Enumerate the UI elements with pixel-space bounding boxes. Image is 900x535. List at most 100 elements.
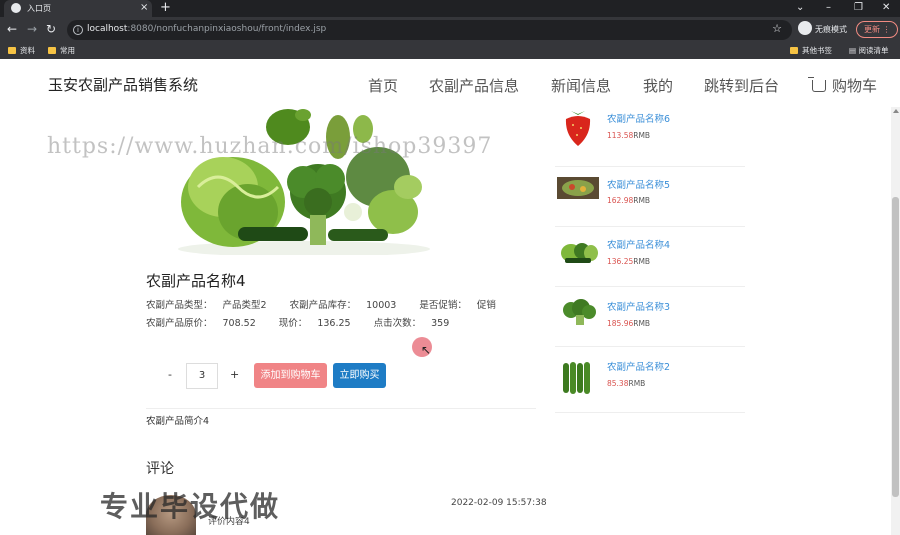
incognito-label: 无痕模式 (815, 25, 847, 34)
nav-cart-label: 购物车 (832, 77, 878, 95)
nav-products[interactable]: 农副产品信息 (429, 75, 519, 96)
price-number: 162.98 (607, 196, 634, 205)
list-item[interactable]: 农副产品名称6 113.58RMB (555, 107, 745, 167)
list-item[interactable]: 农副产品名称3 185.96RMB (555, 287, 745, 347)
browser-tab[interactable]: 入口页 × (4, 0, 152, 17)
price-number: 85.38 (607, 379, 629, 388)
product-intro: 农副产品简介4 (146, 416, 210, 427)
update-label: 更新 (864, 25, 880, 34)
bookmark-star-icon[interactable]: ☆ (772, 22, 782, 35)
bookmarks-bar: 资料 常用 其他书签 ▤ 阅读清单 (0, 43, 900, 59)
folder-icon (8, 47, 16, 54)
reload-icon[interactable]: ↻ (46, 22, 56, 36)
nav-home[interactable]: 首页 (368, 75, 398, 96)
original-price-field: 农副产品原价： 708.52 (146, 318, 266, 329)
bookmark-label: 阅读清单 (858, 46, 889, 55)
url-text: localhost:8080/nonfuchanpinxiaoshou/fron… (87, 24, 326, 34)
type-label: 农副产品类型： (146, 300, 213, 311)
url-path: :8080/nonfuchanpinxiaoshou/front/index.j… (127, 24, 327, 34)
cucumbers-icon (563, 362, 590, 394)
watermark-promo: 专业毕设代做 (100, 490, 281, 523)
scroll-thumb[interactable] (892, 197, 899, 497)
qty-input[interactable]: 3 (186, 363, 218, 389)
restore-icon[interactable]: ❐ (854, 1, 863, 15)
mouse-pointer-icon: ↖ (421, 343, 432, 357)
price-label: 现价： (278, 318, 308, 329)
list-item[interactable]: 农副产品名称4 136.25RMB (555, 227, 745, 287)
url-host: localhost (87, 24, 128, 34)
sidebar-item-price: 113.58RMB (607, 131, 650, 140)
type-value: 产品类型2 (222, 300, 267, 311)
tab-title: 入口页 (27, 4, 51, 13)
strawberry-icon (565, 111, 591, 146)
globe-icon (11, 3, 21, 13)
product-title: 农副产品名称4 (146, 272, 246, 290)
folder-icon (790, 47, 798, 54)
nav-admin[interactable]: 跳转到后台 (704, 75, 779, 96)
clicks-label: 点击次数： (373, 318, 422, 329)
sidebar-item-price: 185.96RMB (607, 319, 650, 328)
vegetables-illustration (178, 109, 430, 255)
other-bookmarks[interactable]: 其他书签 (790, 45, 832, 56)
comments-heading: 评论 (146, 461, 174, 477)
sidebar-item-price: 136.25RMB (607, 257, 650, 266)
bookmark-label: 其他书签 (802, 46, 832, 55)
nav-mine[interactable]: 我的 (643, 75, 673, 96)
forward-icon[interactable]: → (27, 22, 37, 36)
chevron-down-icon[interactable]: ⌄ (796, 1, 804, 15)
stock-label: 农副产品库存： (289, 300, 357, 311)
promo-value: 促销 (476, 300, 496, 311)
watermark-url: https://www.huzhan.com/ishop39397 (47, 134, 493, 159)
address-bar[interactable]: i localhost:8080/nonfuchanpinxiaoshou/fr… (67, 20, 792, 40)
incognito-icon[interactable] (798, 21, 812, 35)
browser-tab-strip: 入口页 × + ⌄ – ❐ ✕ (0, 0, 900, 17)
sidebar-item-name[interactable]: 农副产品名称6 (607, 111, 670, 125)
nav-cart[interactable]: 购物车 (808, 75, 878, 96)
bookmark-folder[interactable]: 资料 (8, 45, 35, 56)
window-close-icon[interactable]: ✕ (882, 1, 890, 15)
price-unit: RMB (633, 196, 651, 205)
promo-label: 是否促销： (419, 300, 467, 311)
price-number: 136.25 (607, 257, 634, 266)
sidebar-item-name[interactable]: 农副产品名称3 (607, 299, 670, 313)
divider (146, 408, 536, 409)
list-item[interactable]: 农副产品名称5 162.98RMB (555, 167, 745, 227)
stock-value: 10003 (366, 300, 397, 311)
site-brand[interactable]: 玉安农副产品销售系统 (48, 74, 198, 95)
browser-toolbar: ← → ↻ i localhost:8080/nonfuchanpinxiaos… (0, 17, 900, 43)
sidebar-item-name[interactable]: 农副产品名称4 (607, 237, 670, 251)
reading-list[interactable]: ▤ 阅读清单 (849, 45, 888, 56)
clicks-field: 点击次数： 359 (374, 318, 460, 329)
product-meta-row-2: 农副产品原价： 708.52 现价： 136.25 点击次数： 359 (146, 315, 469, 329)
salad-plate-icon (557, 177, 599, 199)
page-scrollbar[interactable] (891, 107, 900, 535)
update-button[interactable]: 更新 ⋮ (856, 21, 898, 38)
sidebar-item-name[interactable]: 农副产品名称5 (607, 177, 670, 191)
price-unit: RMB (633, 319, 651, 328)
qty-increment-button[interactable]: + (230, 368, 242, 381)
back-icon[interactable]: ← (7, 22, 17, 36)
buy-now-button[interactable]: 立即购买 (333, 363, 386, 388)
info-icon[interactable]: i (73, 25, 83, 35)
nav-news[interactable]: 新闻信息 (551, 75, 611, 96)
price-unit: RMB (633, 257, 651, 266)
add-to-cart-button[interactable]: 添加到购物车 (254, 363, 327, 388)
bookmark-folder[interactable]: 常用 (48, 45, 75, 56)
scroll-up-icon[interactable] (893, 109, 899, 113)
promo-field: 是否促销： 促销 (419, 300, 506, 311)
minimize-icon[interactable]: – (826, 1, 831, 15)
site-header: 玉安农副产品销售系统 首页 农副产品信息 新闻信息 我的 跳转到后台 购物车 (0, 59, 900, 107)
broccoli-icon (563, 299, 596, 325)
tab-close-icon[interactable]: × (140, 2, 148, 14)
price-value: 136.25 (317, 318, 351, 329)
sidebar-item-name[interactable]: 农副产品名称2 (607, 359, 670, 373)
product-meta-row-1: 农副产品类型： 产品类型2 农副产品库存： 10003 是否促销： 促销 (146, 297, 516, 311)
list-item[interactable]: 农副产品名称2 85.38RMB (555, 347, 745, 413)
qty-decrement-button[interactable]: - (168, 368, 180, 381)
sidebar-item-price: 162.98RMB (607, 196, 650, 205)
price-number: 185.96 (607, 319, 634, 328)
cart-icon (808, 77, 826, 92)
new-tab-button[interactable]: + (160, 0, 171, 16)
sidebar-item-price: 85.38RMB (607, 379, 645, 388)
bookmark-label: 常用 (60, 46, 75, 55)
